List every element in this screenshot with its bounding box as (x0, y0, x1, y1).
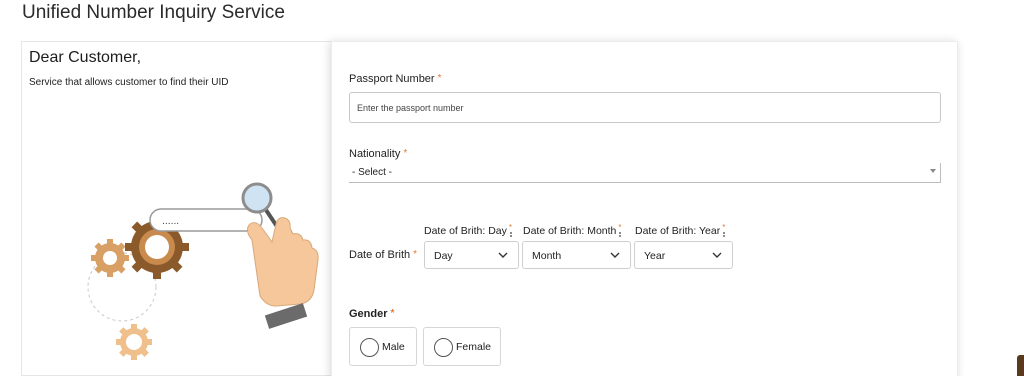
dob-year-select[interactable]: Year (634, 241, 733, 269)
radio-button[interactable] (360, 338, 379, 357)
dob-month-value: Month (532, 250, 562, 262)
service-description: Service that allows customer to find the… (29, 77, 229, 88)
nationality-select[interactable]: - Select - (349, 163, 941, 183)
intro-panel: Dear Customer, Service that allows custo… (21, 41, 333, 376)
inquiry-form: Passport Number* Nationality* - Select -… (331, 41, 958, 376)
radio-button[interactable] (434, 338, 453, 357)
search-gears-illustration: ...... (87, 182, 319, 360)
gender-option-female[interactable]: Female (423, 327, 501, 366)
dob-day-label: Date of Brith: Day * (424, 223, 512, 237)
dob-month-label: Date of Brith: Month * (523, 223, 622, 237)
dob-day-select[interactable]: Day (424, 241, 519, 269)
page-title: Unified Number Inquiry Service (22, 2, 285, 23)
passport-number-label: Passport Number * (349, 73, 442, 85)
side-tab[interactable] (1017, 355, 1024, 376)
nationality-select-value: - Select - (352, 167, 393, 178)
dob-year-label: Date of Brith: Year * (635, 223, 726, 237)
gender-option-label: Male (382, 341, 405, 353)
pointing-hand-icon (246, 217, 319, 329)
gender-label: Gender * (349, 308, 395, 320)
gender-option-label: Female (456, 341, 492, 353)
chevron-down-icon (498, 252, 508, 258)
dob-year-value: Year (644, 250, 666, 262)
dropdown-caret-icon (930, 169, 936, 173)
nationality-label: Nationality * (349, 148, 408, 160)
gear-icon (91, 239, 129, 277)
date-of-birth-label: Date of Brith * (349, 249, 418, 261)
greeting: Dear Customer, (29, 49, 142, 66)
chevron-down-icon (712, 252, 722, 258)
search-bar-text: ...... (162, 217, 179, 227)
passport-number-input[interactable] (349, 92, 941, 123)
dob-month-select[interactable]: Month (522, 241, 631, 269)
dob-day-value: Day (434, 250, 453, 262)
gear-icon (116, 324, 152, 360)
chevron-down-icon (610, 252, 620, 258)
gender-option-male[interactable]: Male (349, 327, 417, 366)
